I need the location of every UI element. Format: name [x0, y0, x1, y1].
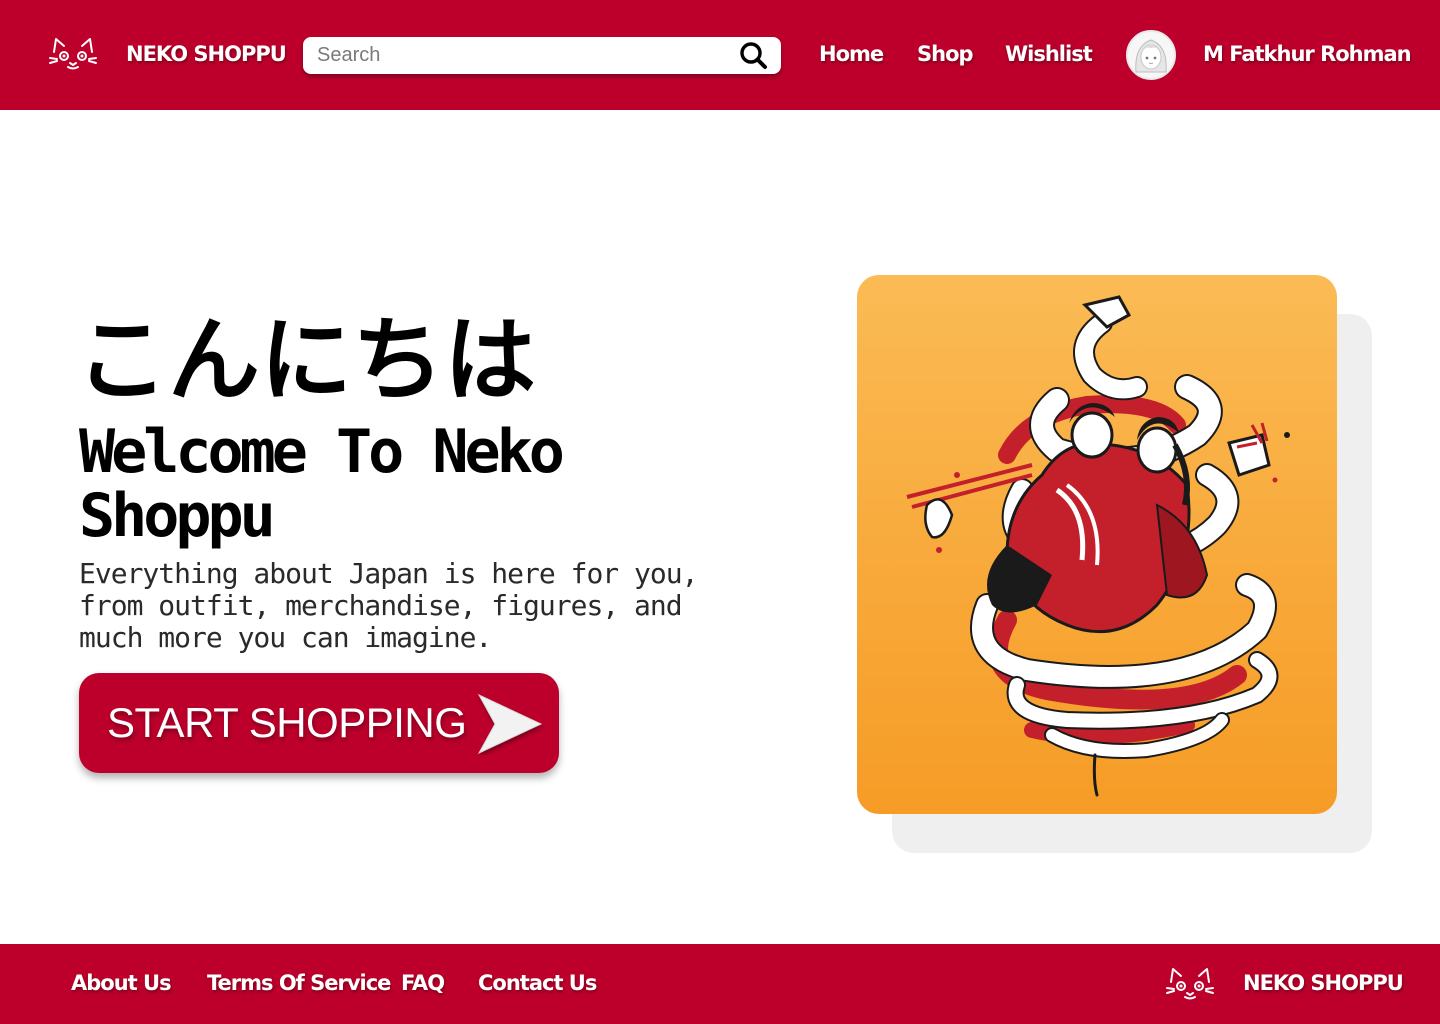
nav-home[interactable]: Home — [819, 42, 884, 66]
hero-illustration-card — [857, 275, 1337, 814]
user-name[interactable]: M Fatkhur Rohman — [1203, 42, 1412, 66]
hero-description: Everything about Japan is here for you, … — [79, 557, 698, 654]
user-avatar[interactable] — [1126, 30, 1176, 80]
start-shopping-label: START SHOPPING — [107, 699, 467, 746]
footer-link-faq[interactable]: FAQ — [401, 971, 445, 995]
cat-face-icon[interactable] — [48, 34, 98, 74]
cat-face-icon[interactable] — [1165, 964, 1215, 1004]
nav-shop[interactable]: Shop — [917, 42, 974, 66]
footer-link-about[interactable]: About Us — [71, 971, 172, 995]
arrow-right-icon — [477, 693, 543, 755]
start-shopping-button[interactable]: START SHOPPING — [79, 673, 559, 773]
search-bar[interactable] — [303, 37, 781, 74]
hero-title: Welcome To Neko Shoppu — [79, 417, 565, 551]
footer: About Us Terms Of Service FAQ Contact Us… — [0, 944, 1440, 1024]
search-icon[interactable] — [738, 40, 768, 70]
footer-link-terms[interactable]: Terms Of Service — [207, 971, 391, 995]
top-navbar: NEKO SHOPPU Home Shop Wishlist M Fatkhur… — [0, 0, 1440, 110]
brand-name[interactable]: NEKO SHOPPU — [126, 42, 287, 66]
footer-brand-name[interactable]: NEKO SHOPPU — [1243, 971, 1404, 995]
nav-wishlist[interactable]: Wishlist — [1005, 42, 1093, 66]
geisha-ribbon-illustration — [906, 295, 1290, 797]
footer-link-contact[interactable]: Contact Us — [478, 971, 597, 995]
avatar-portrait-icon — [1135, 39, 1167, 73]
hero-greeting: こんにちは — [76, 307, 537, 414]
search-input[interactable] — [317, 37, 727, 74]
